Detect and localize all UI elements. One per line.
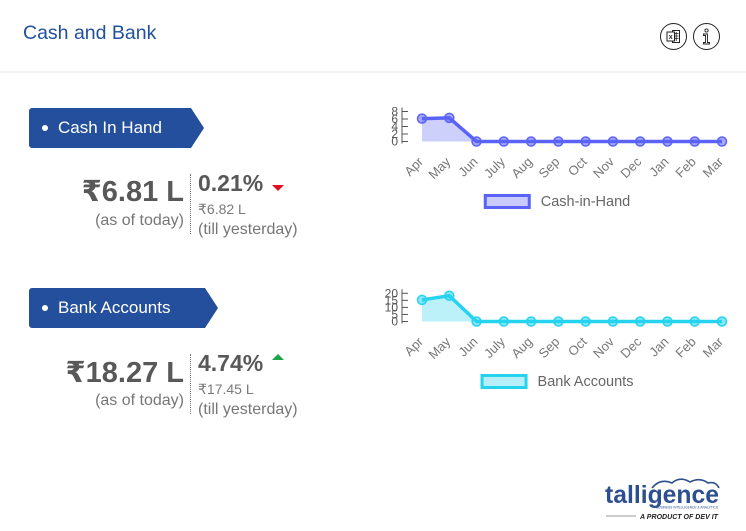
- cash-in-hand-change-percent: 0.21%: [198, 170, 264, 196]
- data-point: [662, 316, 673, 327]
- svg-text:x: x: [669, 34, 673, 41]
- info-button[interactable]: [693, 23, 720, 50]
- x-tick-label: Feb: [672, 334, 698, 360]
- x-tick-label: Oct: [565, 154, 590, 179]
- x-tick-label: Apr: [401, 154, 426, 179]
- series-area: [422, 295, 722, 322]
- cash-in-hand-value-caption: (as of today): [95, 212, 184, 229]
- header-divider: [0, 71, 746, 73]
- x-tick-label: May: [425, 154, 453, 182]
- bank-accounts-label-tag: Bank Accounts: [29, 288, 218, 328]
- data-point: [607, 316, 619, 327]
- x-tick-label: Aug: [508, 334, 535, 361]
- x-tick-label: Jan: [646, 154, 671, 179]
- y-tick-label: 8: [391, 105, 398, 119]
- data-point: [498, 316, 510, 327]
- x-tick-label: Jun: [455, 154, 480, 179]
- x-tick-label: July: [481, 334, 508, 361]
- cash-in-hand-chart: 02468Apr May Jun July Aug Sep Oct Nov Dec Jan Feb M…: [391, 105, 728, 210]
- x-tick-label: Nov: [590, 334, 617, 361]
- bank-accounts-value: ₹18.27 L: [65, 357, 184, 389]
- data-point: [689, 316, 700, 327]
- cash-in-hand-label-tag: Cash In Hand: [29, 108, 204, 148]
- data-point: [525, 316, 537, 327]
- bank-accounts-value-caption: (as of today): [95, 392, 184, 409]
- bank-accounts-previous-caption: (till yesterday): [198, 401, 298, 418]
- trend-down-icon: [272, 185, 284, 191]
- bullet-dot: [42, 305, 48, 311]
- legend-label: Cash-in-Hand: [541, 194, 630, 210]
- data-point: [634, 316, 646, 327]
- data-point: [580, 136, 591, 147]
- excel-icon: x: [666, 30, 680, 43]
- x-tick-label: Dec: [617, 334, 644, 361]
- x-tick-label: Feb: [672, 154, 698, 180]
- bank-accounts-label: Bank Accounts: [58, 298, 171, 317]
- bank-accounts-chart: 05101520Apr May Jun July Aug Sep Oct Nov Dec Jan F…: [385, 286, 728, 390]
- legend-label: Bank Accounts: [538, 374, 634, 390]
- data-point: [553, 136, 564, 147]
- x-tick-label: Mar: [700, 154, 727, 181]
- cash-in-hand-label: Cash In Hand: [58, 118, 162, 137]
- legend-swatch: [483, 194, 531, 209]
- data-point: [634, 136, 646, 147]
- x-tick-label: Oct: [565, 334, 590, 359]
- data-point: [607, 136, 619, 147]
- info-icon: [703, 28, 710, 45]
- x-tick-label: Dec: [617, 154, 644, 181]
- data-point: [444, 112, 455, 124]
- x-tick-label: July: [481, 154, 508, 181]
- data-point: [525, 136, 537, 147]
- x-tick-label: Jan: [646, 334, 671, 359]
- data-point: [553, 316, 564, 327]
- cash-in-hand-previous-value: ₹6.82 L: [198, 201, 246, 217]
- cash-in-hand-value: ₹6.81 L: [81, 176, 184, 208]
- x-tick-label: Sep: [536, 334, 563, 361]
- data-point: [416, 113, 428, 124]
- x-tick-label: Nov: [590, 154, 617, 181]
- trend-up-icon: [272, 354, 284, 360]
- series-area: [422, 117, 722, 142]
- legend-swatch: [480, 374, 528, 389]
- data-point: [580, 316, 591, 327]
- export-excel-button[interactable]: x: [660, 23, 687, 50]
- bank-accounts-change-percent: 4.74%: [198, 350, 264, 376]
- logo-tagline: BUSINESS INTELLIGENCE & ANALYTICS: [656, 506, 719, 510]
- x-tick-label: Sep: [536, 154, 563, 181]
- x-tick-label: May: [425, 334, 453, 362]
- x-tick-label: Jun: [455, 334, 480, 359]
- logo-product-of: A PRODUCT OF DEV IT: [639, 512, 719, 521]
- x-tick-label: Mar: [700, 334, 727, 361]
- data-point: [689, 136, 700, 147]
- data-point: [444, 290, 455, 301]
- x-tick-label: Apr: [401, 334, 426, 359]
- data-point: [716, 136, 728, 147]
- bullet-dot: [42, 125, 48, 131]
- data-point: [416, 294, 428, 306]
- x-tick-label: Aug: [508, 154, 535, 181]
- data-point: [498, 136, 510, 147]
- talligence-logo: talligence BUSINESS INTELLIGENCE & ANALY…: [605, 478, 720, 521]
- data-point: [471, 316, 482, 327]
- cash-in-hand-previous-caption: (till yesterday): [198, 221, 298, 238]
- value-separator: [190, 354, 191, 414]
- data-point: [662, 136, 673, 147]
- data-point: [716, 316, 728, 327]
- bank-accounts-previous-value: ₹17.45 L: [198, 381, 254, 397]
- widget-title: Cash and Bank: [23, 22, 157, 44]
- value-separator: [190, 174, 191, 234]
- y-tick-label: 20: [385, 286, 399, 300]
- data-point: [471, 136, 482, 147]
